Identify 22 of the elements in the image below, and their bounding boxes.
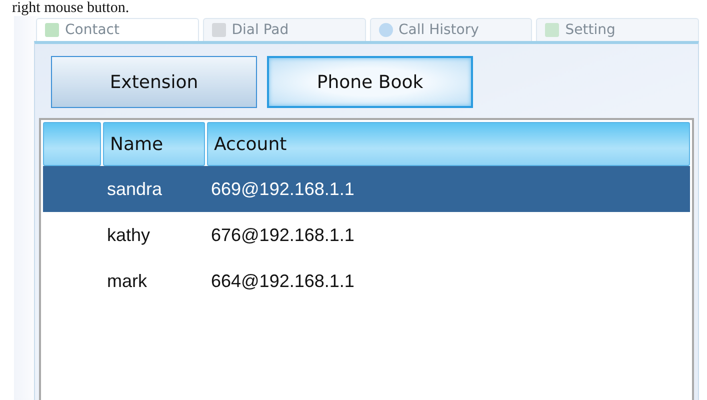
tab-label: Call History	[398, 22, 479, 38]
tab-label: Contact	[65, 22, 120, 38]
tab-label: Setting	[565, 22, 616, 38]
tab-icon	[45, 23, 59, 37]
name-cell-text: kathy	[106, 224, 152, 246]
name-cell-text: mark	[106, 270, 148, 292]
tab-icon	[378, 23, 392, 37]
tab-label: Dial Pad	[232, 22, 289, 38]
table-row[interactable]: sandra 669@192.168.1.1	[43, 166, 690, 212]
tab[interactable]: Contact	[36, 18, 199, 41]
column-header[interactable]: Account	[207, 122, 690, 166]
caption-text: right mouse button.	[11, 0, 130, 16]
column-header[interactable]	[43, 122, 101, 166]
account-cell-text: 676@192.168.1.1	[210, 224, 356, 246]
account-cell-text: 664@192.168.1.1	[210, 270, 356, 292]
tab-icon	[212, 23, 226, 37]
name-cell-text: sandra	[106, 178, 164, 200]
column-header[interactable]: Name	[103, 122, 205, 166]
account-cell-text: 669@192.168.1.1	[210, 178, 356, 200]
tab-icon	[545, 23, 560, 37]
toggle-button[interactable]: Extension	[51, 56, 257, 108]
toggle-button[interactable]: Phone Book	[267, 56, 473, 108]
